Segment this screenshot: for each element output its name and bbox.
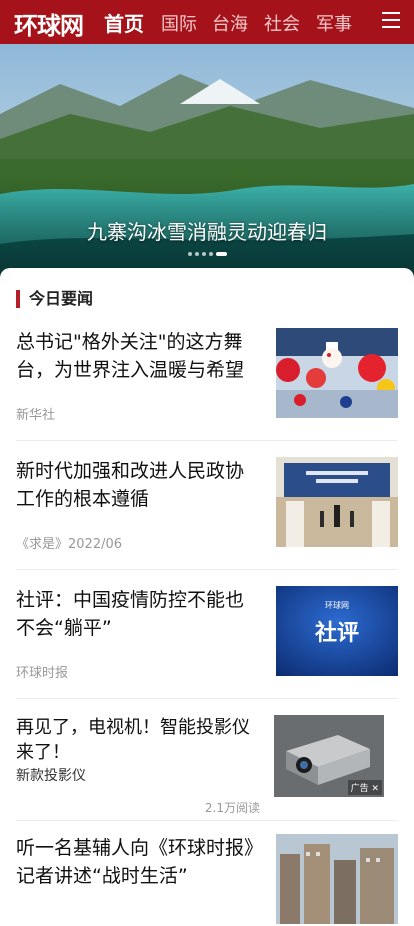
site-logo[interactable]: 环球网 xyxy=(14,6,84,41)
hamburger-menu-icon[interactable] xyxy=(382,12,400,30)
carousel-dot[interactable] xyxy=(208,252,213,256)
hero-banner[interactable]: 九寨沟冰雪消融灵动迎春归 xyxy=(0,44,414,280)
section-title: 今日要闻 xyxy=(16,290,93,308)
read-count: 2.1万阅读 xyxy=(204,801,260,815)
ad-title[interactable]: 再见了，电视机！智能投影仪来了！ xyxy=(16,715,261,765)
ad-subtitle: 新款投影仪 xyxy=(16,768,86,784)
close-icon[interactable]: ✕ xyxy=(371,784,379,794)
news-item[interactable]: 听一名基辅人向《环球时报》记者讲述“战时生活” xyxy=(16,834,398,926)
news-thumbnail[interactable] xyxy=(276,457,398,547)
news-title[interactable]: 总书记"格外关注"的这方舞台，为世界注入温暖与希望 xyxy=(16,328,261,384)
svg-text:环球网: 环球网 xyxy=(325,600,349,610)
nav-tab-society[interactable]: 社会 xyxy=(264,10,300,36)
news-item[interactable]: 社评：中国疫情防控不能也不会“躺平” 环球时报 环球网 社评 xyxy=(16,586,398,681)
news-item[interactable]: 总书记"格外关注"的这方舞台，为世界注入温暖与希望 新华社 xyxy=(16,328,398,423)
divider xyxy=(16,698,398,699)
carousel-dot[interactable] xyxy=(194,252,199,256)
divider xyxy=(16,569,398,570)
news-feed: 今日要闻 总书记"格外关注"的这方舞台，为世界注入温暖与希望 新华社 新时代加强… xyxy=(0,268,414,924)
news-source: 《求是》2022/06 xyxy=(16,537,123,552)
news-title[interactable]: 社评：中国疫情防控不能也不会“躺平” xyxy=(16,586,261,642)
news-source: 新华社 xyxy=(16,408,56,423)
divider xyxy=(16,440,398,441)
ad-thumbnail[interactable]: 广告 ✕ xyxy=(274,715,384,797)
news-title[interactable]: 新时代加强和改进人民政协工作的根本遵循 xyxy=(16,457,261,513)
top-nav-bar: 环球网 首页 国际 台海 社会 军事 xyxy=(0,0,414,44)
carousel-dot[interactable] xyxy=(201,252,206,256)
ad-item[interactable]: 再见了，电视机！智能投影仪来了！ 新款投影仪 2.1万阅读 广告 ✕ xyxy=(16,715,398,815)
carousel-dot-active[interactable] xyxy=(215,252,227,256)
ad-badge[interactable]: 广告 ✕ xyxy=(347,780,382,795)
nav-tab-military[interactable]: 军事 xyxy=(316,10,352,36)
news-thumbnail[interactable] xyxy=(276,328,398,418)
hero-caption[interactable]: 九寨沟冰雪消融灵动迎春归 xyxy=(0,216,414,245)
svg-text:社评: 社评 xyxy=(315,620,359,646)
news-thumbnail[interactable] xyxy=(276,834,398,924)
nav-tab-home[interactable]: 首页 xyxy=(104,8,144,37)
divider xyxy=(16,820,398,821)
nav-tab-international[interactable]: 国际 xyxy=(161,10,197,36)
news-title[interactable]: 听一名基辅人向《环球时报》记者讲述“战时生活” xyxy=(16,834,261,890)
nav-tab-taiwan[interactable]: 台海 xyxy=(212,10,248,36)
news-item[interactable]: 新时代加强和改进人民政协工作的根本遵循 《求是》2022/06 xyxy=(16,457,398,552)
carousel-dots xyxy=(0,252,414,256)
carousel-dot[interactable] xyxy=(187,252,192,256)
news-source: 环球时报 xyxy=(16,666,69,681)
news-thumbnail[interactable]: 环球网 社评 xyxy=(276,586,398,676)
